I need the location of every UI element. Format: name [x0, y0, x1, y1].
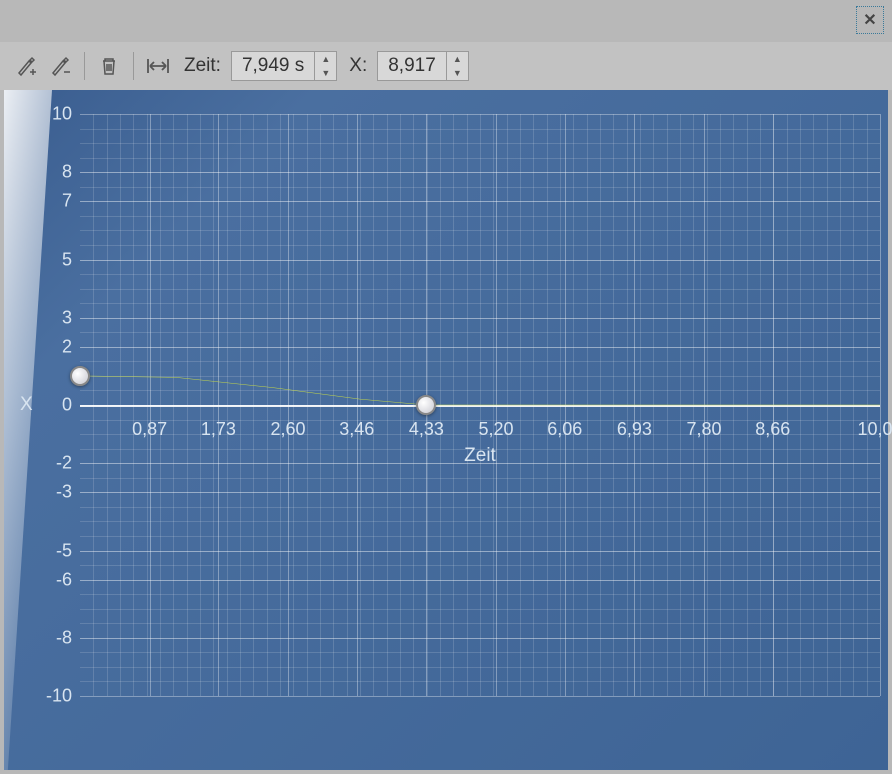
- y-tick-label: -5: [32, 540, 72, 561]
- y-tick-label: 0: [32, 395, 72, 416]
- y-tick-label: -2: [32, 453, 72, 474]
- x-tick-label: 2,60: [270, 419, 305, 440]
- x-label: X:: [349, 55, 367, 77]
- x-value: 8,917: [378, 55, 446, 77]
- x-tick-label: 1,73: [201, 419, 236, 440]
- separator: [133, 52, 134, 80]
- y-tick-label: -6: [32, 569, 72, 590]
- zeit-label: Zeit:: [184, 55, 221, 77]
- y-tick-label: 3: [32, 307, 72, 328]
- x-tick-label: 6,93: [617, 419, 652, 440]
- y-axis-title: X: [20, 394, 33, 416]
- y-tick-label: -10: [32, 686, 72, 707]
- x-tick-label: 5,20: [478, 419, 513, 440]
- y-tick-label: -3: [32, 482, 72, 503]
- fit-width-icon[interactable]: [144, 52, 172, 80]
- x-tick-label: 6,06: [547, 419, 582, 440]
- x-tick-label: 8,66: [755, 419, 790, 440]
- separator: [84, 52, 85, 80]
- trash-icon[interactable]: [95, 52, 123, 80]
- zeit-down-icon[interactable]: ▼: [315, 66, 336, 80]
- toolbar: Zeit: 7,949 s ▲ ▼ X: 8,917 ▲ ▼: [0, 42, 892, 90]
- y-tick-label: 8: [32, 162, 72, 183]
- chart-area[interactable]: X Zeit 10875320-2-3-5-6-8-100,871,732,60…: [4, 90, 888, 770]
- close-button[interactable]: ✕: [856, 6, 884, 34]
- curve-handle[interactable]: [70, 366, 90, 386]
- x-up-icon[interactable]: ▲: [447, 52, 468, 66]
- y-tick-label: 10: [32, 104, 72, 125]
- zeit-spinner[interactable]: 7,949 s ▲ ▼: [231, 51, 337, 81]
- y-tick-label: 5: [32, 249, 72, 270]
- curve-handle[interactable]: [416, 395, 436, 415]
- x-tick-label: 4,33: [409, 419, 444, 440]
- x-spinner[interactable]: 8,917 ▲ ▼: [377, 51, 469, 81]
- x-tick-label: 0,87: [132, 419, 167, 440]
- titlebar: ✕: [0, 0, 892, 42]
- pen-add-icon[interactable]: [12, 52, 40, 80]
- y-tick-label: -8: [32, 627, 72, 648]
- y-tick-label: 7: [32, 191, 72, 212]
- y-tick-label: 2: [32, 336, 72, 357]
- x-tick-label: 3,46: [339, 419, 374, 440]
- x-tick-label: 7,80: [686, 419, 721, 440]
- zeit-value: 7,949 s: [232, 55, 314, 77]
- close-icon: ✕: [863, 10, 876, 30]
- plot-region[interactable]: X Zeit 10875320-2-3-5-6-8-100,871,732,60…: [80, 114, 880, 696]
- zeit-up-icon[interactable]: ▲: [315, 52, 336, 66]
- x-tick-label: 10,00: [857, 419, 892, 440]
- x-down-icon[interactable]: ▼: [447, 66, 468, 80]
- pen-remove-icon[interactable]: [46, 52, 74, 80]
